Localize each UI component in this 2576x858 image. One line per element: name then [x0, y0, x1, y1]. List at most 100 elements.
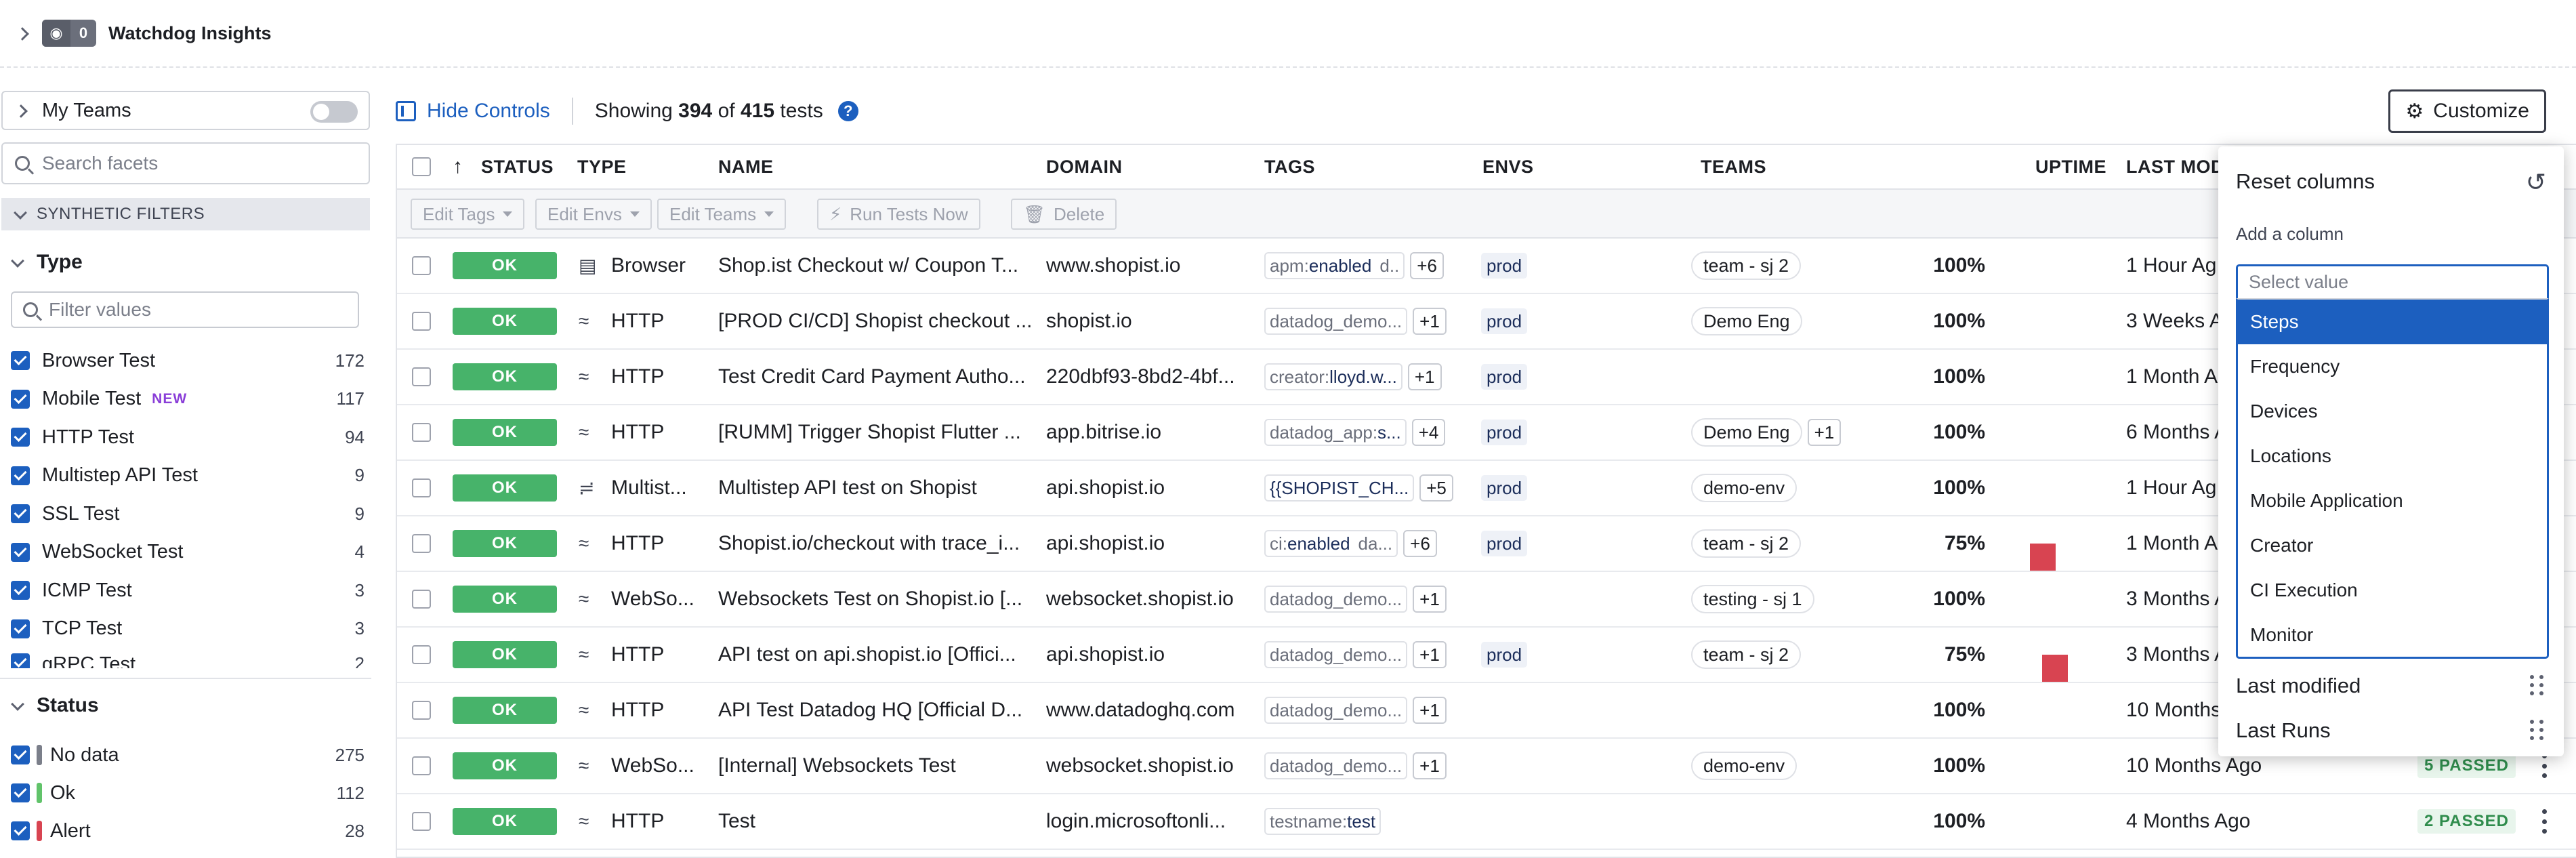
- checkbox-checked-icon[interactable]: [11, 783, 30, 802]
- test-name-link[interactable]: Shop.ist Checkout w/ Coupon T...: [718, 254, 1018, 277]
- facet-item[interactable]: HTTP Test 94: [11, 424, 371, 451]
- row-checkbox[interactable]: [412, 701, 431, 720]
- tag-chip[interactable]: datadog_demo...: [1264, 641, 1408, 668]
- team-chip[interactable]: team - sj 2: [1691, 640, 1802, 669]
- row-checkbox[interactable]: [412, 478, 431, 497]
- test-name-link[interactable]: Test: [718, 810, 755, 833]
- synthetic-filters-header[interactable]: SYNTHETIC FILTERS: [1, 198, 370, 230]
- tag-chip[interactable]: datadog_app: s...: [1264, 419, 1407, 446]
- chevron-right-icon[interactable]: [15, 26, 30, 41]
- checkbox-checked-icon[interactable]: [11, 542, 30, 562]
- column-option[interactable]: Steps: [2238, 300, 2547, 344]
- row-checkbox[interactable]: [412, 367, 431, 386]
- checkbox-checked-icon[interactable]: [11, 389, 30, 409]
- facet-item[interactable]: Browser Test 172: [11, 347, 371, 374]
- column-option[interactable]: Devices: [2238, 389, 2547, 434]
- column-name[interactable]: NAME: [718, 157, 774, 178]
- row-checkbox[interactable]: [412, 812, 431, 831]
- more-tags-button[interactable]: +1: [1413, 697, 1447, 724]
- tag-chip[interactable]: datadog_demo...: [1264, 308, 1408, 335]
- row-checkbox[interactable]: [412, 534, 431, 553]
- column-option[interactable]: Creator: [2238, 523, 2547, 568]
- test-name-link[interactable]: Test Credit Card Payment Autho...: [718, 365, 1026, 388]
- more-tags-button[interactable]: +1: [1413, 752, 1447, 779]
- column-item-last-runs[interactable]: Last Runs: [2236, 718, 2331, 743]
- facet-item[interactable]: gRPC Test 2: [11, 653, 371, 668]
- facet-item[interactable]: Alert 28: [11, 817, 371, 844]
- column-tags[interactable]: TAGS: [1264, 157, 1315, 178]
- drag-handle-icon[interactable]: [2530, 720, 2543, 740]
- more-tags-button[interactable]: +5: [1419, 474, 1453, 502]
- delete-button[interactable]: 🗑 Delete: [1011, 199, 1117, 230]
- row-checkbox[interactable]: [412, 256, 431, 275]
- team-chip[interactable]: team - sj 2: [1691, 251, 1802, 280]
- facet-item[interactable]: Multistep API Test 9: [11, 462, 371, 489]
- facet-item[interactable]: SSL Test 9: [11, 500, 371, 527]
- test-name-link[interactable]: Shopist.io/checkout with trace_i...: [718, 532, 1020, 555]
- tag-chip[interactable]: {{SHOPIST_CH...: [1264, 474, 1415, 502]
- table-row[interactable]: OK ≈ HTTP Test login.microsoftonli... testnam…: [397, 794, 2576, 850]
- more-tags-button[interactable]: +6: [1410, 252, 1444, 279]
- customize-button[interactable]: ⚙ Customize: [2388, 89, 2546, 133]
- facet-item[interactable]: WebSocket Test 4: [11, 539, 371, 566]
- column-last-modified[interactable]: LAST MODI: [2126, 157, 2230, 178]
- my-teams-toggle-row[interactable]: My Teams: [1, 91, 370, 130]
- reset-icon[interactable]: ↺: [2526, 168, 2546, 197]
- column-type[interactable]: TYPE: [577, 157, 627, 178]
- checkbox-checked-icon[interactable]: [11, 653, 30, 668]
- column-option[interactable]: Frequency: [2238, 344, 2547, 389]
- team-chip[interactable]: testing - sj 1: [1691, 585, 1814, 613]
- column-item-last-modified[interactable]: Last modified: [2236, 674, 2361, 698]
- row-checkbox[interactable]: [412, 645, 431, 664]
- row-checkbox[interactable]: [412, 590, 431, 609]
- checkbox-checked-icon[interactable]: [11, 581, 30, 600]
- column-option[interactable]: Locations: [2238, 434, 2547, 478]
- tag-chip[interactable]: testname: test: [1264, 808, 1382, 835]
- team-chip[interactable]: team - sj 2: [1691, 529, 1802, 558]
- test-name-link[interactable]: API test on api.shopist.io [Offici...: [718, 643, 1016, 666]
- column-uptime[interactable]: UPTIME: [2035, 157, 2106, 178]
- filter-values-input[interactable]: Filter values: [11, 291, 359, 328]
- test-name-link[interactable]: [PROD CI/CD] Shopist checkout ...: [718, 310, 1033, 333]
- more-tags-button[interactable]: +1: [1413, 308, 1447, 335]
- chevron-right-icon[interactable]: [14, 103, 28, 118]
- more-tags-button[interactable]: +1: [1413, 586, 1447, 613]
- help-icon[interactable]: ?: [837, 101, 858, 121]
- run-tests-now-button[interactable]: ⚡ Run Tests Now: [817, 199, 980, 230]
- team-chip[interactable]: Demo Eng: [1691, 418, 1802, 447]
- hide-controls-button[interactable]: Hide Controls: [396, 100, 550, 123]
- facet-group-status[interactable]: Status: [9, 694, 99, 717]
- column-teams[interactable]: TEAMS: [1701, 157, 1766, 178]
- test-name-link[interactable]: [Internal] Websockets Test: [718, 754, 956, 777]
- sort-arrow-up-icon[interactable]: ↑: [453, 155, 463, 178]
- more-options-icon[interactable]: [2542, 809, 2548, 834]
- tag-chip[interactable]: apm: enabled d..: [1264, 252, 1405, 279]
- more-options-icon[interactable]: [2542, 754, 2548, 778]
- facet-item[interactable]: Ok 112: [11, 779, 371, 806]
- reset-columns-label[interactable]: Reset columns: [2236, 169, 2375, 194]
- facet-item[interactable]: No data 275: [11, 741, 371, 769]
- tag-chip[interactable]: datadog_demo...: [1264, 752, 1408, 779]
- team-chip[interactable]: Demo Eng: [1691, 307, 1802, 335]
- row-checkbox[interactable]: [412, 756, 431, 775]
- more-teams-button[interactable]: +1: [1807, 419, 1842, 446]
- row-checkbox[interactable]: [412, 312, 431, 331]
- team-chip[interactable]: demo-env: [1691, 474, 1798, 502]
- column-envs[interactable]: ENVS: [1482, 157, 1534, 178]
- facet-item[interactable]: TCP Test 3: [11, 615, 371, 642]
- column-option[interactable]: CI Execution: [2238, 568, 2547, 613]
- more-tags-button[interactable]: +1: [1413, 641, 1447, 668]
- checkbox-checked-icon[interactable]: [11, 745, 30, 764]
- tag-chip[interactable]: ci: enabled da...: [1264, 530, 1398, 557]
- column-option[interactable]: Monitor: [2238, 613, 2547, 657]
- test-name-link[interactable]: Websockets Test on Shopist.io [...: [718, 588, 1022, 611]
- column-domain[interactable]: DOMAIN: [1046, 157, 1123, 178]
- checkbox-checked-icon[interactable]: [11, 466, 30, 485]
- my-teams-toggle[interactable]: [310, 101, 358, 123]
- checkbox-checked-icon[interactable]: [11, 351, 30, 370]
- tag-chip[interactable]: creator: lloyd.w...: [1264, 363, 1403, 390]
- column-status[interactable]: STATUS: [481, 157, 554, 178]
- test-name-link[interactable]: API Test Datadog HQ [Official D...: [718, 699, 1022, 722]
- row-checkbox[interactable]: [412, 423, 431, 442]
- checkbox-checked-icon[interactable]: [11, 504, 30, 523]
